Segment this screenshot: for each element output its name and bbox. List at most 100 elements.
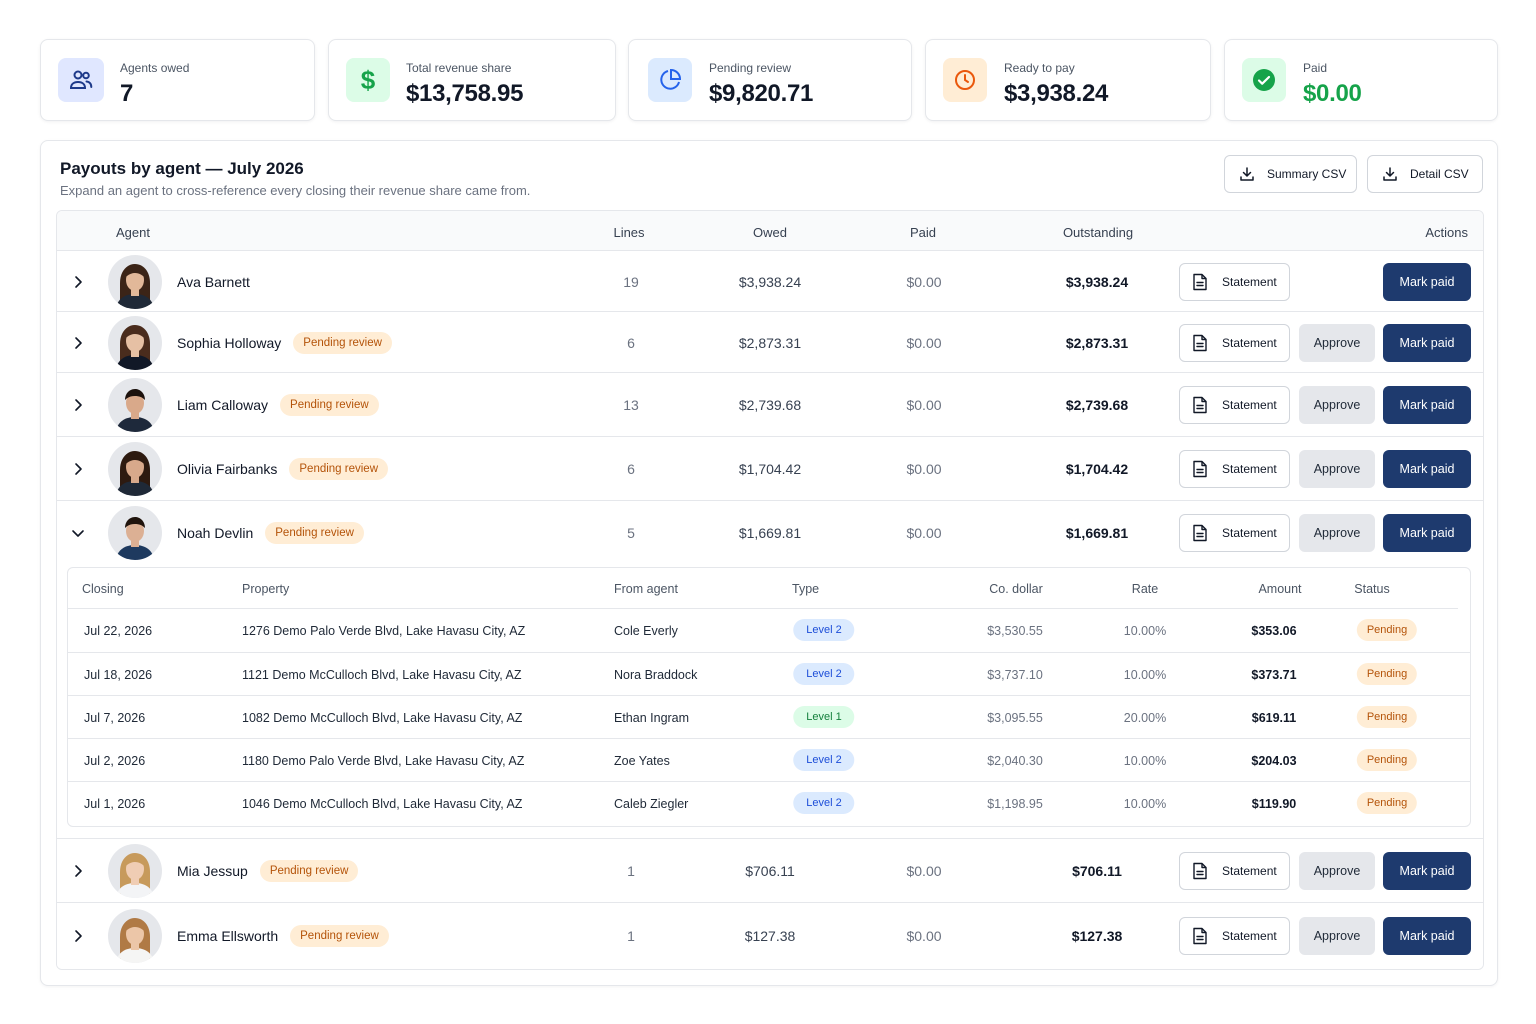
approve-button[interactable]: Approve: [1299, 450, 1375, 488]
paid-cell: $0.00: [906, 461, 942, 477]
level-badge: Level 2: [793, 792, 855, 814]
detail-csv-button[interactable]: Detail CSV: [1367, 155, 1483, 193]
amount: $619.11: [1251, 711, 1297, 725]
level-badge: Level 2: [793, 663, 855, 685]
agent-name: Liam Calloway: [177, 397, 269, 413]
check-circle-icon: [1242, 58, 1286, 102]
closing-row: Jul 2, 2026 1180 Demo Palo Verde Blvd, La…: [68, 738, 1470, 781]
stat-card-paid: Paid $0.00: [1224, 39, 1498, 121]
paid-cell: $0.00: [906, 274, 942, 290]
agent-row: Mia Jessup Pending review 1 $706.11 $0.00 $70…: [57, 839, 1483, 903]
statement-button[interactable]: Statement: [1179, 386, 1290, 424]
amount: $204.03: [1251, 754, 1297, 768]
from-agent: Cole Everly: [614, 624, 678, 638]
mark-paid-button[interactable]: Mark paid: [1383, 917, 1471, 955]
agent-row: Noah Devlin Pending review 5 $1,669.81 $0.00…: [57, 501, 1483, 839]
stat-label: Paid: [1303, 61, 1328, 75]
chevron-right-icon[interactable]: [69, 334, 87, 352]
from-agent: Nora Braddock: [614, 668, 698, 682]
level-badge: Level 2: [793, 619, 855, 641]
statement-button[interactable]: Statement: [1179, 917, 1290, 955]
co-dollar: $3,530.55: [987, 624, 1043, 638]
mark-paid-button[interactable]: Mark paid: [1383, 450, 1471, 488]
stat-value: 7: [120, 80, 134, 107]
statement-button[interactable]: Statement: [1179, 514, 1290, 552]
summary-csv-button[interactable]: Summary CSV: [1224, 155, 1357, 193]
closing-row: Jul 22, 2026 1276 Demo Palo Verde Blvd, L…: [68, 609, 1470, 652]
owed-cell: $1,704.42: [738, 461, 802, 477]
owed-cell: $127.38: [744, 928, 796, 944]
property-address: 1276 Demo Palo Verde Blvd, Lake Havasu C…: [242, 624, 526, 638]
statement-button[interactable]: Statement: [1179, 324, 1290, 362]
detail-header-status: Status: [1354, 582, 1390, 596]
stat-value: $3,938.24: [1004, 80, 1109, 107]
mark-paid-button[interactable]: Mark paid: [1383, 852, 1471, 890]
detail-csv-label: Detail CSV: [1410, 167, 1469, 181]
property-address: 1046 Demo McCulloch Blvd, Lake Havasu Ci…: [242, 797, 523, 811]
approve-button[interactable]: Approve: [1299, 514, 1375, 552]
from-agent: Caleb Ziegler: [614, 797, 689, 811]
statement-button[interactable]: Statement: [1179, 263, 1290, 301]
lines-cell: 13: [623, 397, 639, 413]
statement-label: Statement: [1222, 398, 1277, 412]
chevron-right-icon[interactable]: [69, 273, 87, 291]
agent-name-cell: Noah Devlin Pending review: [177, 520, 364, 546]
rate: 10.00%: [1123, 624, 1167, 638]
owed-cell: $2,873.31: [738, 335, 802, 351]
approve-button[interactable]: Approve: [1299, 917, 1375, 955]
approve-button[interactable]: Approve: [1299, 324, 1375, 362]
summary-csv-label: Summary CSV: [1267, 167, 1347, 181]
statement-button[interactable]: Statement: [1179, 852, 1290, 890]
amount: $119.90: [1251, 797, 1297, 811]
chevron-right-icon[interactable]: [69, 927, 87, 945]
detail-header-type: Type: [792, 582, 820, 596]
mark-paid-button[interactable]: Mark paid: [1383, 514, 1471, 552]
statement-button[interactable]: Statement: [1179, 450, 1290, 488]
lines-cell: 6: [627, 461, 635, 477]
detail-header-from-agent: From agent: [614, 582, 678, 596]
agent-row: Olivia Fairbanks Pending review 6 $1,704.42…: [57, 437, 1483, 501]
status-badge: Pending: [1356, 619, 1418, 641]
status-badge: Pending review: [290, 925, 389, 947]
avatar: [108, 506, 162, 560]
agent-name-cell: Ava Barnett: [177, 269, 250, 295]
approve-button[interactable]: Approve: [1299, 852, 1375, 890]
paid-cell: $0.00: [906, 397, 942, 413]
closing-row: Jul 1, 2026 1046 Demo McCulloch Blvd, Lak…: [68, 781, 1470, 824]
detail-header-property: Property: [242, 582, 290, 596]
chevron-right-icon[interactable]: [69, 862, 87, 880]
stat-value: $9,820.71: [709, 80, 814, 107]
approve-button[interactable]: Approve: [1299, 386, 1375, 424]
mark-paid-button[interactable]: Mark paid: [1383, 324, 1471, 362]
closing-row: Jul 18, 2026 1121 Demo McCulloch Blvd, La…: [68, 652, 1470, 695]
mark-paid-button[interactable]: Mark paid: [1383, 263, 1471, 301]
agent-name: Noah Devlin: [177, 525, 254, 541]
header-lines: Lines: [613, 225, 645, 240]
status-badge: Pending: [1356, 749, 1418, 771]
avatar: [108, 255, 162, 309]
avatar: [108, 378, 162, 432]
stat-label: Pending review: [709, 61, 792, 75]
paid-cell: $0.00: [906, 525, 942, 541]
avatar: [108, 844, 162, 898]
document-icon: [1192, 460, 1208, 478]
document-icon: [1192, 396, 1208, 414]
chevron-down-icon[interactable]: [69, 524, 87, 542]
statement-label: Statement: [1222, 275, 1277, 289]
stat-label: Ready to pay: [1004, 61, 1075, 75]
co-dollar: $3,095.55: [987, 711, 1043, 725]
document-icon: [1192, 927, 1208, 945]
statement-label: Statement: [1222, 864, 1277, 878]
chevron-right-icon[interactable]: [69, 396, 87, 414]
dollar-icon: $: [346, 58, 390, 102]
mark-paid-button[interactable]: Mark paid: [1383, 386, 1471, 424]
clock-icon: [943, 58, 987, 102]
chevron-right-icon[interactable]: [69, 460, 87, 478]
agent-name: Sophia Holloway: [177, 335, 282, 351]
closing-date: Jul 22, 2026: [84, 624, 153, 638]
stat-value: $0.00: [1303, 80, 1362, 107]
property-address: 1121 Demo McCulloch Blvd, Lake Havasu Ci…: [242, 668, 522, 682]
agent-name-cell: Emma Ellsworth Pending review: [177, 923, 389, 949]
statement-label: Statement: [1222, 336, 1277, 350]
download-icon: [1240, 167, 1254, 181]
